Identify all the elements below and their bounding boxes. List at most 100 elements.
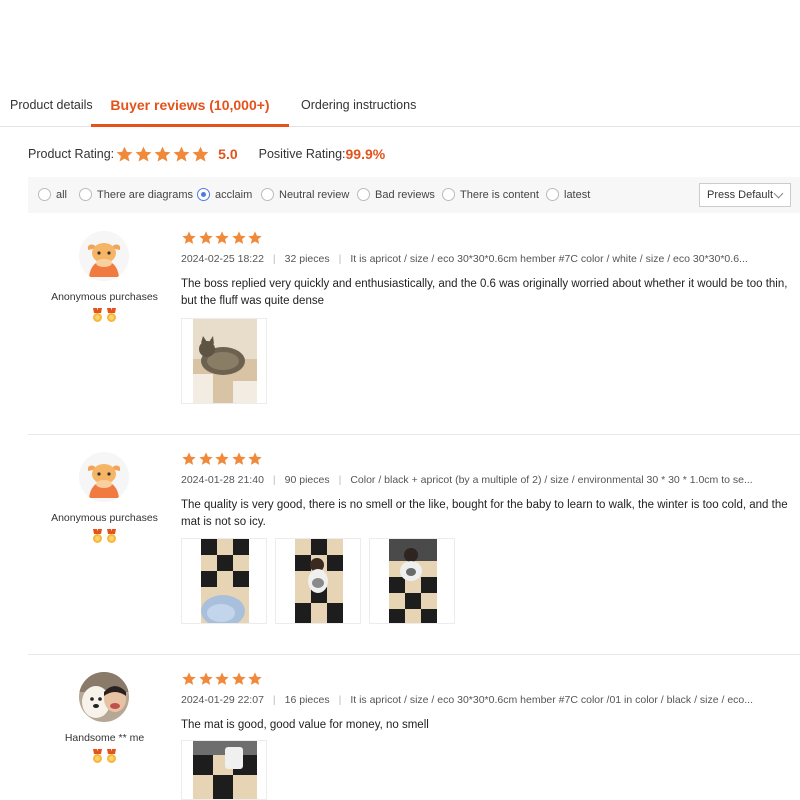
- review-text: The quality is very good, there is no sm…: [181, 499, 788, 528]
- review-stars: [181, 671, 264, 687]
- cat-on-mat-photo[interactable]: [181, 318, 267, 404]
- star-icon: [231, 672, 246, 685]
- tab-ordering-instructions[interactable]: Ordering instructions: [301, 88, 416, 127]
- review-meta: 2024-02-25 18:22 | 32 pieces | It is apricot…: [181, 253, 800, 265]
- filter-bad[interactable]: Bad reviews: [357, 188, 435, 201]
- review-stars: [181, 230, 264, 246]
- filter-label: all: [56, 188, 68, 201]
- medal-icon: [93, 529, 102, 543]
- meta-separator: |: [272, 694, 276, 706]
- star-icon: [215, 672, 229, 685]
- review-quantity: 90 pieces: [284, 474, 330, 486]
- radio-button-selected[interactable]: [197, 188, 210, 201]
- review-tabs: Product details Buyer reviews (10,000+) …: [0, 88, 800, 127]
- star-icon: [231, 452, 246, 465]
- review-photos: [181, 740, 275, 800]
- medal-icon: [107, 308, 116, 322]
- dog-photo-avatar-icon: [79, 672, 129, 722]
- reviewer-name: Anonymous purchases: [51, 291, 158, 303]
- cow-avatar-icon: [79, 452, 129, 502]
- avatar: [79, 672, 129, 722]
- member-badge: [91, 308, 119, 323]
- chevron-down-icon: [773, 188, 784, 199]
- tab-product-details[interactable]: Product details: [10, 88, 93, 127]
- mat-corner-photo[interactable]: [181, 740, 267, 800]
- baby-on-mat-photo[interactable]: [275, 538, 361, 624]
- filter-diagrams[interactable]: There are diagrams: [79, 188, 193, 201]
- radio-button[interactable]: [357, 188, 370, 201]
- filter-all[interactable]: all: [38, 188, 67, 201]
- review-photos: [181, 538, 463, 624]
- sort-select-value: Press Default: [707, 189, 774, 201]
- radio-button[interactable]: [261, 188, 274, 201]
- star-icon: [182, 672, 196, 685]
- filter-content[interactable]: There is content: [442, 188, 539, 201]
- filter-label: acclaim: [215, 188, 253, 201]
- review-meta: 2024-01-29 22:07 | 16 pieces | It is apricot…: [181, 694, 800, 706]
- radio-button[interactable]: [79, 188, 92, 201]
- star-icon: [215, 231, 229, 244]
- star-icon: [154, 146, 171, 162]
- medal-icon: [107, 749, 116, 763]
- review-photos: [181, 318, 275, 404]
- filter-neutral[interactable]: Neutral review: [261, 188, 349, 201]
- avatar: [79, 231, 129, 281]
- filter-label: latest: [564, 188, 591, 201]
- baby-photo-image: [295, 539, 343, 623]
- baby-sitting-photo[interactable]: [369, 538, 455, 624]
- review-spec: It is apricot / size / eco 30*30*0.6cm h…: [350, 253, 748, 265]
- medal-icon: [93, 749, 102, 763]
- review-spec: It is apricot / size / eco 30*30*0.6cm h…: [350, 694, 754, 706]
- review-filter-bar: all There are diagrams acclaim Neutral r…: [28, 177, 800, 213]
- filter-label: Neutral review: [279, 188, 350, 201]
- mat-corner-image: [193, 741, 257, 799]
- review-item: Handsome ** me 2024-01-29 22:07 | 16 piece…: [28, 654, 800, 800]
- review-date: 2024-02-25 18:22: [181, 253, 264, 265]
- review-quantity: 32 pieces: [284, 253, 330, 265]
- filter-label: There is content: [460, 188, 539, 201]
- review-text: The boss replied very quickly and enthus…: [181, 278, 788, 307]
- avatar: [79, 452, 129, 502]
- star-icon: [231, 231, 246, 244]
- star-icon: [192, 146, 209, 162]
- baby-sitting-image: [389, 539, 437, 623]
- positive-rating-label: Positive Rating:: [258, 147, 346, 161]
- review-stars: [181, 451, 264, 467]
- tab-buyer-reviews[interactable]: Buyer reviews (10,000+): [91, 88, 289, 127]
- medal-icon: [93, 308, 102, 322]
- star-icon: [198, 231, 213, 244]
- radio-button[interactable]: [442, 188, 455, 201]
- review-quantity: 16 pieces: [284, 694, 330, 706]
- medal-icon: [107, 529, 116, 543]
- review-text: The mat is good, good value for money, n…: [181, 719, 429, 731]
- radio-button[interactable]: [546, 188, 559, 201]
- review-meta: 2024-01-28 21:40 | 90 pieces | Color / black…: [181, 474, 800, 486]
- star-icon: [248, 452, 262, 465]
- member-badge: [91, 529, 119, 544]
- sort-select[interactable]: Press Default: [699, 183, 791, 207]
- filter-acclaim[interactable]: acclaim: [197, 188, 252, 201]
- review-spec: Color / black + apricot (by a multiple o…: [350, 474, 753, 486]
- checkered-mat-photo[interactable]: [181, 538, 267, 624]
- member-badge: [91, 749, 119, 764]
- meta-separator: |: [338, 253, 342, 265]
- positive-rating-value: 99.9%: [345, 146, 386, 162]
- star-icon: [182, 452, 196, 465]
- radio-button[interactable]: [38, 188, 51, 201]
- mat-photo-image: [201, 539, 249, 623]
- star-icon: [215, 452, 229, 465]
- meta-separator: |: [338, 694, 342, 706]
- meta-separator: |: [338, 474, 342, 486]
- review-item: Anonymous purchases 2024-02-25 18:22 | 32 …: [28, 213, 800, 434]
- star-icon: [248, 672, 262, 685]
- star-icon: [198, 452, 213, 465]
- star-icon: [182, 231, 196, 244]
- star-icon: [198, 672, 213, 685]
- star-icon: [173, 146, 190, 162]
- star-icon: [135, 146, 152, 162]
- star-icon: [248, 231, 262, 244]
- meta-separator: |: [272, 253, 276, 265]
- filter-latest[interactable]: latest: [546, 188, 590, 201]
- review-date: 2024-01-28 21:40: [181, 474, 264, 486]
- meta-separator: |: [272, 474, 276, 486]
